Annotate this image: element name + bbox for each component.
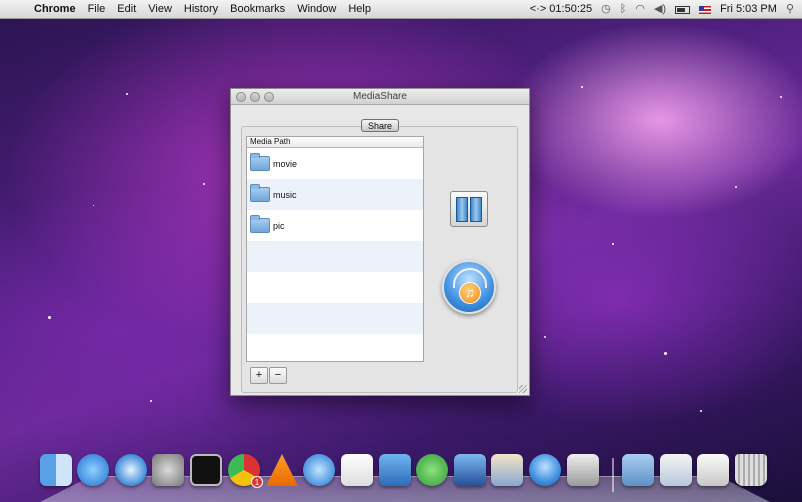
music-note-icon: ♫ [459, 282, 481, 304]
menu-extras: <·> 01:50:25 ◷ ᛒ ◠ ◀) Fri 5:03 PM ⚲ [530, 0, 794, 19]
star [93, 205, 94, 206]
star [126, 93, 128, 95]
share-button[interactable]: Share [361, 119, 399, 132]
pause-icon [470, 197, 482, 222]
star [544, 336, 546, 338]
dock-separator [612, 458, 614, 492]
add-path-button[interactable]: + [250, 367, 268, 384]
star [735, 186, 737, 188]
list-item-label: music [273, 189, 297, 200]
menu-file[interactable]: File [82, 0, 112, 19]
star [150, 400, 152, 402]
close-button[interactable] [236, 92, 246, 102]
menu-help[interactable]: Help [342, 0, 377, 19]
battery-icon[interactable] [675, 5, 691, 14]
time-machine-icon[interactable]: ◷ [601, 0, 611, 19]
window-title: MediaShare [353, 91, 407, 102]
terminal-icon[interactable] [190, 454, 222, 486]
preview-icon[interactable] [491, 454, 523, 486]
desktop: { "menubar": { "apple_icon": "apple-icon… [0, 0, 802, 502]
textedit-icon[interactable] [341, 454, 373, 486]
folder-icon [250, 153, 270, 171]
list-item-label: movie [273, 158, 298, 169]
list-item[interactable]: music [247, 179, 423, 210]
empty-row [247, 241, 423, 272]
itunes-icon[interactable] [303, 454, 335, 486]
column-header-media-path[interactable]: Media Path [247, 137, 423, 148]
pause-icon [456, 197, 468, 222]
menu-bookmarks[interactable]: Bookmarks [224, 0, 291, 19]
safari-icon[interactable] [115, 454, 147, 486]
menu-window[interactable]: Window [291, 0, 342, 19]
remove-path-button[interactable]: − [269, 367, 287, 384]
star [581, 86, 583, 88]
empty-row [247, 303, 423, 334]
empty-row [247, 334, 423, 361]
zoom-button[interactable] [264, 92, 274, 102]
window-titlebar[interactable]: MediaShare [231, 89, 529, 105]
pause-button[interactable] [450, 191, 488, 227]
mediashare-window: MediaShare Share Media Path movie music … [230, 88, 530, 396]
vlc-icon[interactable] [266, 454, 298, 486]
timer-status[interactable]: <·> 01:50:25 [530, 0, 592, 19]
wifi-icon[interactable]: ◠ [635, 0, 645, 19]
window-controls [236, 92, 274, 102]
trash-icon[interactable] [735, 454, 767, 486]
spotlight-search-icon[interactable]: ⚲ [786, 0, 794, 19]
folder-icon [250, 184, 270, 202]
star [700, 410, 702, 412]
mediashare-icon[interactable] [529, 454, 561, 486]
xcode-icon[interactable] [379, 454, 411, 486]
folder-icon [250, 215, 270, 233]
applications-folder-icon[interactable] [622, 454, 654, 486]
star [664, 352, 667, 355]
system-preferences-icon[interactable] [152, 454, 184, 486]
airplay-music-button[interactable]: ♫ [442, 260, 496, 314]
minimize-button[interactable] [250, 92, 260, 102]
finder-icon[interactable] [40, 454, 72, 486]
star [48, 316, 51, 319]
list-item[interactable]: movie [247, 148, 423, 179]
app-store-icon[interactable] [77, 454, 109, 486]
dock: 1 [40, 454, 770, 494]
empty-row [247, 272, 423, 303]
installer-icon[interactable] [567, 454, 599, 486]
menu-clock[interactable]: Fri 5:03 PM [720, 0, 777, 19]
list-item[interactable]: pic [247, 210, 423, 241]
bluetooth-icon[interactable]: ᛒ [620, 0, 627, 19]
volume-icon[interactable]: ◀) [654, 0, 666, 19]
list-item-label: pic [273, 220, 285, 231]
menu-bar: Chrome File Edit View History Bookmarks … [0, 0, 802, 19]
chrome-badge: 1 [251, 476, 263, 488]
menu-edit[interactable]: Edit [111, 0, 142, 19]
menu-app-name[interactable]: Chrome [28, 0, 82, 19]
downloads-icon[interactable] [697, 454, 729, 486]
simulator-icon[interactable] [454, 454, 486, 486]
star [612, 243, 614, 245]
menu-view[interactable]: View [142, 0, 178, 19]
resize-grip[interactable] [519, 385, 527, 393]
media-path-list[interactable]: Media Path movie music pic [246, 136, 424, 362]
star [203, 183, 205, 185]
chrome-icon[interactable]: 1 [228, 454, 263, 488]
star [780, 96, 782, 98]
messenger-icon[interactable] [416, 454, 448, 486]
input-source-flag-icon[interactable] [699, 5, 712, 14]
documents-icon[interactable] [660, 454, 692, 486]
menu-history[interactable]: History [178, 0, 224, 19]
